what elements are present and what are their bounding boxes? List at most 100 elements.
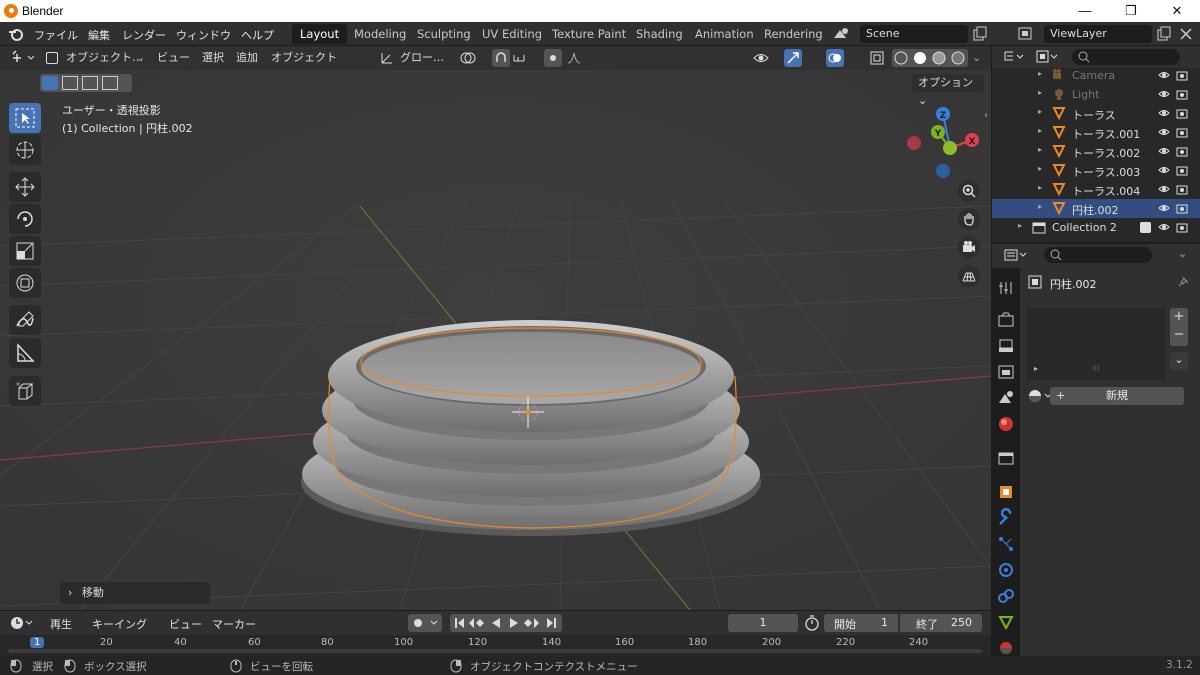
tool-transform[interactable] bbox=[9, 268, 41, 298]
expand-arrow-icon[interactable]: ▸ bbox=[1038, 183, 1042, 192]
tool-rotate[interactable] bbox=[9, 204, 41, 234]
eye-icon[interactable] bbox=[1158, 164, 1170, 176]
torus-stack-model[interactable] bbox=[301, 320, 761, 536]
add-slot-button[interactable]: + bbox=[1170, 308, 1188, 326]
eye-icon[interactable] bbox=[1158, 126, 1170, 138]
tool-add-cube[interactable] bbox=[9, 376, 41, 406]
collection-tab-icon[interactable] bbox=[996, 448, 1016, 468]
3d-viewport[interactable]: オブジェクト… ⌄ ビュー 選択 追加 オブジェクト グロー… ⌄ オプション … bbox=[0, 46, 991, 610]
particles-tab-icon[interactable] bbox=[996, 534, 1016, 554]
stopwatch-icon[interactable] bbox=[804, 615, 820, 631]
eye-icon[interactable] bbox=[1158, 69, 1170, 81]
properties-search-input[interactable] bbox=[1044, 247, 1152, 263]
eye-icon[interactable] bbox=[1158, 202, 1170, 214]
play-reverse-icon[interactable] bbox=[492, 618, 500, 628]
output-tab-icon[interactable] bbox=[996, 336, 1016, 356]
properties-options-chevron-icon[interactable]: ⌄ bbox=[1178, 247, 1187, 260]
snap-target-icon[interactable] bbox=[512, 51, 536, 65]
mode-selector[interactable]: オブジェクト… bbox=[66, 49, 143, 67]
transform-orientation-selector[interactable]: グロー… bbox=[400, 49, 444, 67]
jump-end-icon[interactable] bbox=[547, 618, 556, 628]
tool-select-box[interactable] bbox=[9, 103, 41, 133]
scene-tab-icon[interactable] bbox=[996, 388, 1016, 408]
expand-arrow-icon[interactable]: ▸ bbox=[1018, 221, 1022, 230]
auto-keying-button[interactable] bbox=[408, 614, 442, 632]
timeline-menu-keying[interactable]: キーイング bbox=[92, 616, 147, 632]
tab-modeling[interactable]: Modeling bbox=[346, 24, 414, 44]
frame-ruler[interactable]: 1 20 40 60 80 100 120 140 160 180 200 220 240 bbox=[0, 635, 991, 657]
material-tab-icon[interactable] bbox=[996, 638, 1016, 658]
timeline-menu-marker[interactable]: マーカー bbox=[212, 616, 256, 632]
expand-arrow-icon[interactable]: ▸ bbox=[1038, 88, 1042, 97]
zoom-icon[interactable] bbox=[958, 180, 980, 202]
outliner-editor-type-icon[interactable] bbox=[1004, 50, 1024, 64]
expand-arrow-icon[interactable]: ▸ bbox=[1038, 69, 1042, 78]
end-frame-field[interactable]: 終了 250 bbox=[900, 614, 982, 632]
render-camera-icon[interactable] bbox=[1176, 183, 1188, 195]
pan-hand-icon[interactable] bbox=[958, 208, 980, 230]
view-layer-icon[interactable] bbox=[1018, 26, 1040, 42]
exclude-checkbox[interactable] bbox=[1140, 222, 1151, 233]
material-slot-list[interactable]: ▸ ⁝⁝⁝ bbox=[1026, 308, 1166, 380]
current-frame-field[interactable]: 1 bbox=[728, 614, 798, 632]
menu-help[interactable]: ヘルプ bbox=[241, 27, 274, 43]
shading-chevron-icon[interactable]: ⌄ bbox=[972, 49, 981, 67]
tab-uv-editing[interactable]: UV Editing bbox=[474, 24, 550, 44]
outliner-search-input[interactable] bbox=[1072, 49, 1180, 65]
snap-toggle-icon[interactable] bbox=[492, 49, 510, 67]
expand-arrow-icon[interactable]: ▸ bbox=[1038, 202, 1042, 211]
blender-menu-icon[interactable] bbox=[8, 26, 24, 42]
remove-view-layer-icon[interactable] bbox=[1178, 26, 1194, 42]
render-camera-icon[interactable] bbox=[1176, 126, 1188, 138]
modifier-tab-icon[interactable] bbox=[996, 507, 1016, 528]
navigation-gizmo[interactable]: X Y Z bbox=[900, 102, 990, 182]
eye-icon[interactable] bbox=[1158, 88, 1170, 100]
select-subtract-icon[interactable] bbox=[82, 76, 98, 90]
render-tab-icon[interactable] bbox=[996, 310, 1016, 330]
expand-arrow-icon[interactable]: ▸ bbox=[1038, 126, 1042, 135]
view-layer-selector[interactable]: ViewLayer bbox=[1044, 25, 1152, 43]
render-camera-icon[interactable] bbox=[1176, 164, 1188, 176]
tool-tab-icon[interactable] bbox=[996, 278, 1016, 298]
outliner-row[interactable]: ▸ Camera bbox=[992, 66, 1200, 85]
minimize-button[interactable]: — bbox=[1062, 0, 1108, 22]
timeline-editor-type-icon[interactable] bbox=[10, 615, 36, 631]
tool-move[interactable] bbox=[9, 172, 41, 202]
eye-icon[interactable] bbox=[1158, 221, 1170, 233]
render-camera-icon[interactable] bbox=[1176, 88, 1188, 100]
viewport-menu-add[interactable]: 追加 bbox=[236, 49, 258, 67]
ortho-grid-icon[interactable] bbox=[958, 265, 980, 287]
play-icon[interactable] bbox=[510, 618, 518, 628]
outliner-row[interactable]: ▸ トーラス.003 bbox=[992, 161, 1200, 180]
outliner-row[interactable]: ▸ Light bbox=[992, 85, 1200, 104]
sidebar-toggle-icon[interactable]: ‹ bbox=[984, 110, 988, 121]
menu-window[interactable]: ウィンドウ bbox=[176, 27, 231, 43]
falloff-icon[interactable] bbox=[566, 51, 590, 65]
close-button[interactable]: ✕ bbox=[1154, 0, 1200, 22]
tab-shading[interactable]: Shading bbox=[628, 24, 691, 44]
data-tab-icon[interactable] bbox=[996, 612, 1016, 632]
tool-measure[interactable] bbox=[9, 338, 41, 368]
visibility-icon[interactable] bbox=[752, 50, 776, 66]
render-camera-icon[interactable] bbox=[1176, 107, 1188, 119]
timeline-menu-playback[interactable]: 再生 bbox=[50, 616, 72, 632]
eye-icon[interactable] bbox=[1158, 107, 1170, 119]
expand-arrow-icon[interactable]: ▸ bbox=[1038, 145, 1042, 154]
tab-texture-paint[interactable]: Texture Paint bbox=[544, 24, 634, 44]
outliner-row[interactable]: ▸ トーラス.001 bbox=[992, 123, 1200, 142]
timeline-scrollbar[interactable] bbox=[8, 649, 982, 653]
editor-type-icon[interactable] bbox=[10, 49, 38, 67]
pin-icon[interactable] bbox=[1176, 275, 1190, 289]
overlays-toggle-icon[interactable] bbox=[826, 49, 844, 67]
xray-toggle-icon[interactable] bbox=[868, 49, 886, 67]
select-invert-icon[interactable] bbox=[102, 76, 118, 90]
expand-arrow-icon[interactable]: ▸ bbox=[1038, 107, 1042, 116]
outliner-row[interactable]: ▸ トーラス.004 bbox=[992, 180, 1200, 199]
tab-layout[interactable]: Layout bbox=[292, 24, 348, 44]
camera-view-icon[interactable] bbox=[958, 236, 980, 258]
scene-icon[interactable] bbox=[832, 26, 850, 42]
remove-slot-button[interactable]: − bbox=[1170, 326, 1188, 344]
playhead-frame-label[interactable]: 1 bbox=[30, 637, 45, 648]
outliner-row[interactable]: ▸ トーラス bbox=[992, 104, 1200, 123]
eye-icon[interactable] bbox=[1158, 183, 1170, 195]
